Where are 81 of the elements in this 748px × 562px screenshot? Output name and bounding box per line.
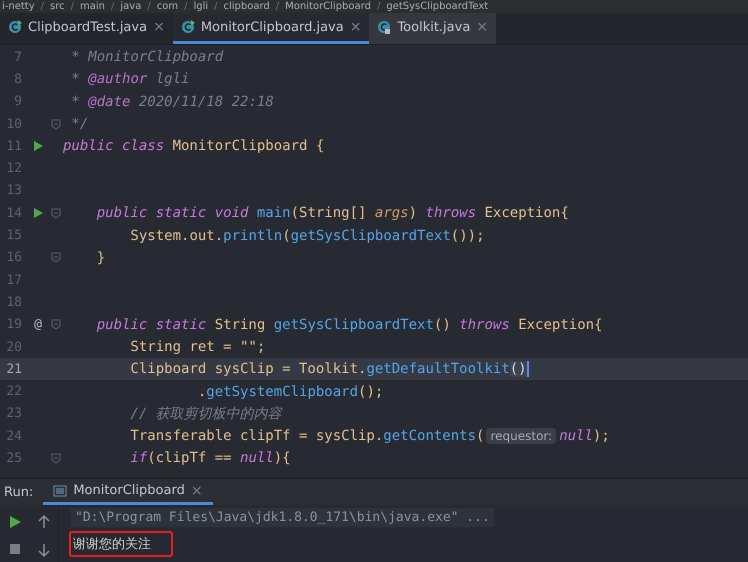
code-line: public static String getSysClipboardText() throws Exception{ xyxy=(96,316,602,333)
tab-label: ClipboardTest.java xyxy=(28,20,148,34)
code-line: * @author lgli xyxy=(70,71,190,88)
code-line: } xyxy=(96,250,106,266)
stop-icon[interactable] xyxy=(8,543,20,555)
run-label: Run: xyxy=(4,484,34,500)
breadcrumb-item[interactable]: MonitorClipboard xyxy=(285,0,371,12)
code-line: public class MonitorClipboard { xyxy=(63,138,324,154)
breadcrumb-separator: / xyxy=(40,0,44,12)
console-icon xyxy=(53,484,68,498)
code-line: * MonitorClipboard xyxy=(70,49,224,66)
close-icon[interactable]: × xyxy=(190,482,203,498)
breadcrumb-item[interactable]: java xyxy=(120,0,142,12)
code-line: // 获取剪切板中的内容 xyxy=(129,406,282,422)
fold-icon[interactable] xyxy=(51,118,61,130)
down-arrow-icon[interactable] xyxy=(38,543,50,557)
line-number: 22 xyxy=(5,384,22,400)
close-icon[interactable]: × xyxy=(153,19,165,35)
breadcrumb-separator: / xyxy=(376,0,380,12)
breadcrumb-separator: / xyxy=(147,0,151,12)
line-number: 24 xyxy=(5,428,22,444)
run-icon[interactable] xyxy=(33,141,43,152)
run-icon[interactable] xyxy=(8,515,22,529)
fold-icon[interactable] xyxy=(51,252,61,264)
tab-label: MonitorClipboard.java xyxy=(200,20,344,34)
line-number: 17 xyxy=(5,272,22,288)
code-line: if(clipTf == null){ xyxy=(129,450,291,466)
code-line: Transferable clipTf = sysClip.getContents( requestor: null); xyxy=(129,428,610,444)
breadcrumb-item[interactable]: lgli xyxy=(193,0,208,12)
editor-tab[interactable]: MonitorClipboard.java × xyxy=(172,13,370,44)
line-number: 14 xyxy=(5,206,22,221)
run-tab[interactable]: MonitorClipboard × xyxy=(43,479,213,505)
line-number: 11 xyxy=(5,138,22,154)
fold-icon[interactable] xyxy=(51,452,61,464)
line-number: 7 xyxy=(13,50,22,65)
output-text: 谢谢您的关注 xyxy=(69,531,173,557)
line-number: 13 xyxy=(5,183,22,198)
code-line: */ xyxy=(70,116,88,132)
line-number: 23 xyxy=(5,406,22,422)
breadcrumb-item[interactable]: i-netty xyxy=(2,0,35,12)
breadcrumb-separator: / xyxy=(214,0,218,12)
breadcrumb-item[interactable]: getSysClipboardText xyxy=(386,0,488,12)
breadcrumb-separator: / xyxy=(184,0,188,12)
close-icon[interactable]: × xyxy=(350,19,362,35)
parameter-hint: requestor: xyxy=(486,428,556,444)
breadcrumb-item[interactable]: main xyxy=(80,0,105,12)
line-number: 9 xyxy=(13,94,22,110)
breadcrumb-item[interactable]: clipboard xyxy=(224,0,270,12)
line-number: 12 xyxy=(5,161,22,176)
tab-label: Toolkit.java xyxy=(397,20,470,34)
override-marker[interactable]: @ xyxy=(34,317,42,332)
fold-icon[interactable] xyxy=(51,319,61,330)
class-file-icon xyxy=(377,20,392,34)
fold-icon[interactable] xyxy=(51,208,61,219)
code-line: * @date 2020/11/18 22:18 xyxy=(70,94,274,110)
code-line: String ret = ""; xyxy=(129,339,266,355)
line-number: 20 xyxy=(5,340,22,354)
line-number: 21 xyxy=(5,362,22,377)
run-icon[interactable] xyxy=(33,208,43,218)
line-number: 25 xyxy=(5,450,22,466)
breadcrumb-separator: / xyxy=(70,0,74,12)
breadcrumb-item[interactable]: src xyxy=(50,0,65,12)
editor-tab[interactable]: Toolkit.java × xyxy=(369,13,496,44)
tab-label: MonitorClipboard xyxy=(73,483,185,498)
class-icon xyxy=(8,20,22,34)
code-line: System.out.println(getSysClipboardText()); xyxy=(129,228,484,244)
code-line: Clipboard sysClip = Toolkit.getDefaultToolkit() xyxy=(129,361,529,378)
editor-tab[interactable]: ClipboardTest.java × xyxy=(0,13,173,44)
line-number: 8 xyxy=(13,72,22,87)
up-arrow-icon[interactable] xyxy=(38,515,50,529)
breadcrumb-separator: / xyxy=(276,0,280,12)
code-line: public static void main(String[] args) throws Exception{ xyxy=(96,205,569,222)
code-line: .getSystemClipboard(); xyxy=(196,384,384,400)
breadcrumb-item[interactable]: com xyxy=(156,0,178,12)
line-number: 19 xyxy=(5,317,22,332)
line-number: 15 xyxy=(5,228,22,244)
breadcrumb-separator: / xyxy=(111,0,114,12)
line-number: 16 xyxy=(5,250,22,266)
class-icon xyxy=(180,20,195,34)
line-number: 18 xyxy=(5,294,22,310)
line-number: 10 xyxy=(5,116,22,132)
